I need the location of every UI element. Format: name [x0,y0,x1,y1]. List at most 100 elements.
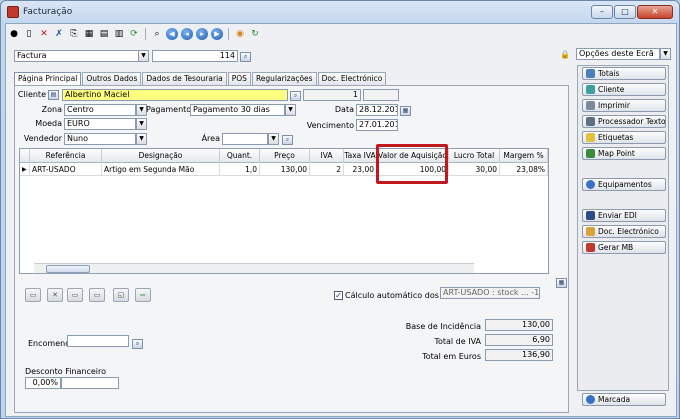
gerar-mb-button[interactable]: Gerar MB [582,241,666,254]
toolbar: ● ▯ ✕ ✗ ⎘ ▦ ▤ ▥ ⟳ ⌕ ◀ ◂ ▸ ▶ ◉ ↻ [8,26,261,42]
cell-referencia[interactable]: ART-USADO [30,164,102,176]
row-indicator-header [20,149,30,163]
calendar-icon[interactable]: ▤ [98,28,110,40]
import-lines-button[interactable]: ⇨ [135,288,151,302]
pagamento-select[interactable]: Pagamento 30 dias [190,104,285,116]
document-number-search-icon[interactable]: ⌕ [240,52,251,62]
first-record-icon[interactable]: ◀ [166,28,178,40]
last-record-icon[interactable]: ▶ [211,28,223,40]
col-quant[interactable]: Quant. [220,149,260,163]
desconto-financeiro-label: Desconto Financeiro [25,367,107,376]
desconto-value-field[interactable] [61,377,119,389]
cell-taxa-iva[interactable]: 23,00 [344,164,377,176]
insert-line-button[interactable]: ▭ [25,288,41,302]
cliente-button[interactable]: Cliente [582,83,666,96]
marcada-button[interactable]: Marcada [582,393,666,406]
document-lines-grid[interactable]: Referência Designação Quant. Preço IVA T… [19,148,549,274]
tab-pagina-principal[interactable]: Página Principal [14,72,82,86]
next-record-icon[interactable]: ▸ [196,28,208,40]
search-icon[interactable]: ◉ [234,28,246,40]
print-preview-icon[interactable]: ⌕ [151,28,163,40]
delete-icon[interactable]: ✕ [38,28,50,40]
document-type-select[interactable]: Factura [14,50,139,62]
tab-regularizacoes[interactable]: Regularizações [251,72,317,85]
totais-button[interactable]: Totais [582,67,666,80]
col-margem[interactable]: Margem % [500,149,548,163]
equipamentos-button[interactable]: Equipamentos [582,178,666,191]
map-point-button[interactable]: Map Point [582,147,666,160]
area-dropdown-icon[interactable]: ▼ [268,133,279,145]
document-number-field[interactable]: 114 [152,50,238,62]
cliente-code-field[interactable]: 1 [303,89,361,101]
doc-electronico-button[interactable]: Doc. Electrónico [582,225,666,238]
document-type-dropdown-icon[interactable]: ▼ [138,50,149,62]
col-taxa-iva[interactable]: Taxa IVA [344,149,377,163]
copy-document-icon[interactable]: ⎘ [68,28,80,40]
tab-dados-tesouraria[interactable]: Dados de Tesouraria [142,72,227,85]
scrollbar-thumb[interactable] [46,265,90,273]
map-point-button-label: Map Point [598,149,635,158]
refresh-icon[interactable]: ⟳ [128,28,140,40]
screen-options-dropdown-icon[interactable]: ▼ [660,48,671,60]
vendedor-select[interactable]: Nuno [64,133,136,145]
encomenda-field[interactable] [67,335,129,347]
cell-quant[interactable]: 1,0 [220,164,260,176]
table-row[interactable]: ▶ ART-USADO Artigo em Segunda Mão 1,0 13… [20,164,548,176]
line-details-button[interactable]: ◱ [113,288,129,302]
previous-record-icon[interactable]: ◂ [181,28,193,40]
col-designacao[interactable]: Designação [102,149,220,163]
grid-horizontal-scrollbar[interactable] [34,263,474,273]
cliente-card-icon[interactable]: ▤ [48,90,59,100]
vencimento-field[interactable]: 27.01.2013 [356,119,398,131]
maximize-button[interactable]: □ [614,5,636,19]
etiquetas-button[interactable]: Etiquetas [582,131,666,144]
cell-lucro-total[interactable]: 30,00 [449,164,500,176]
new-record-icon[interactable]: ● [8,28,20,40]
minimize-button[interactable]: – [591,5,613,19]
zona-select[interactable]: Centro [64,104,136,116]
title-bar[interactable]: Facturação – □ ✕ [1,1,679,23]
moeda-select[interactable]: EURO [64,118,136,130]
cell-margem[interactable]: 23,08% [500,164,548,176]
sync-icon[interactable]: ↻ [249,28,261,40]
total-euros-value: 136,90 [485,349,553,361]
data-field[interactable]: 28.12.2012 [356,104,398,116]
area-select[interactable] [222,133,268,145]
cliente-search-icon[interactable]: ⌕ [290,91,301,101]
data-label: Data [334,105,354,114]
data-calendar-icon[interactable]: ▦ [400,106,411,116]
grid-settings-icon[interactable]: ▦ [556,278,567,288]
screen-options-select[interactable]: Opções deste Ecrã [576,48,660,60]
tab-pos[interactable]: POS [227,72,251,85]
close-button[interactable]: ✕ [637,5,673,19]
col-iva[interactable]: IVA [310,149,344,163]
col-referencia[interactable]: Referência [30,149,102,163]
encomenda-search-icon[interactable]: ⌕ [132,339,143,349]
col-lucro-total[interactable]: Lucro Total [449,149,500,163]
vendedor-dropdown-icon[interactable]: ▼ [136,133,147,145]
calc-auto-checkbox[interactable]: ✓ [334,291,343,300]
cliente-extra-field[interactable] [363,89,399,101]
tab-outros-dados[interactable]: Outros Dados [82,72,142,85]
tab-doc-electronico[interactable]: Doc. Electrónico [317,72,387,85]
pagamento-dropdown-icon[interactable]: ▼ [285,104,296,116]
processador-texto-button[interactable]: Processador Texto [582,115,666,128]
cancel-edit-icon[interactable]: ✗ [53,28,65,40]
cell-preco[interactable]: 130,00 [260,164,310,176]
paste-line-button[interactable]: ▭ [89,288,105,302]
cliente-name-field[interactable]: Albertino Maciel [62,89,288,101]
delete-line-button[interactable]: ✕ [47,288,63,302]
gerar-mb-button-label: Gerar MB [598,243,634,252]
copy-line-button[interactable]: ▭ [67,288,83,302]
col-preco[interactable]: Preço [260,149,310,163]
desconto-financeiro-field[interactable]: 0,00% [25,377,61,389]
archive-icon[interactable]: ▥ [113,28,125,40]
enviar-edi-button[interactable]: Enviar EDI [582,209,666,222]
area-search-icon[interactable]: ⌕ [282,135,293,145]
imprimir-button[interactable]: Imprimir [582,99,666,112]
grid-icon[interactable]: ▦ [83,28,95,40]
blank-document-icon[interactable]: ▯ [23,28,35,40]
cell-iva[interactable]: 2 [310,164,344,176]
cell-designacao[interactable]: Artigo em Segunda Mão [102,164,220,176]
moeda-dropdown-icon[interactable]: ▼ [136,118,147,130]
